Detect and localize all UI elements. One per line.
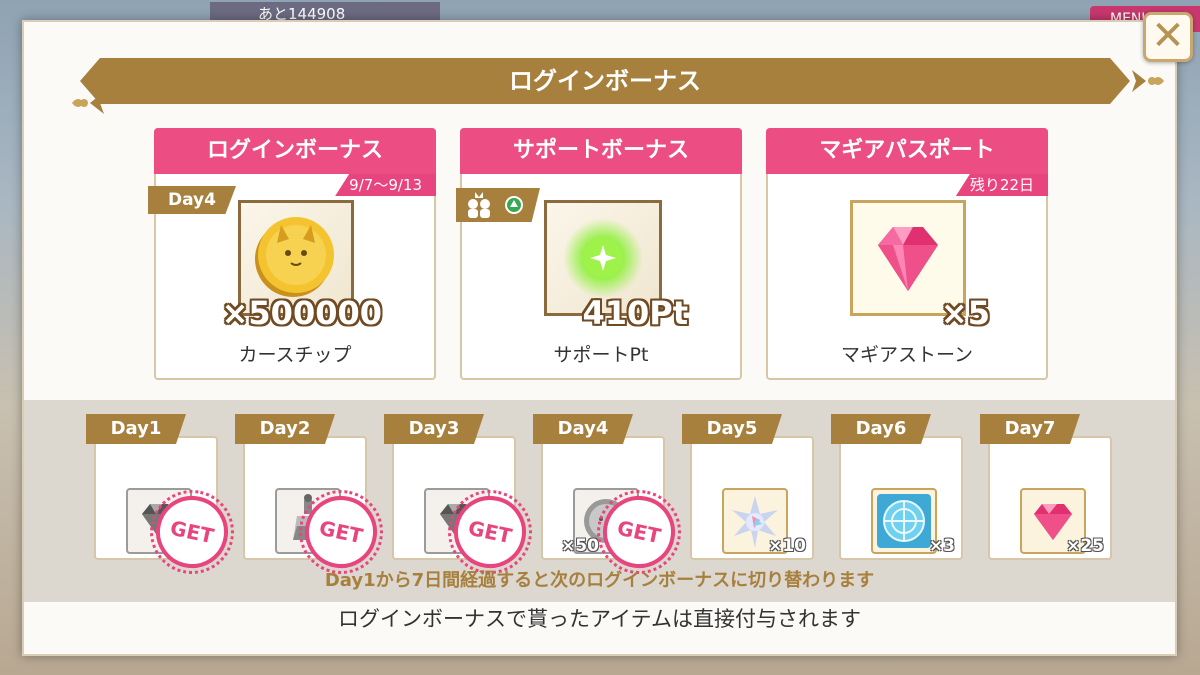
day-card-body: ×3	[839, 436, 963, 560]
day-item-quantity: ×3	[928, 536, 955, 556]
day-card-4: ×50 Day4 GET	[533, 414, 682, 575]
rotation-notice: Day1から7日間経過すると次のログインボーナスに切り替わります	[324, 570, 875, 591]
friends-icon	[468, 192, 490, 218]
day-item-quantity: ×10	[768, 536, 806, 556]
day-card-2: Day2 GET	[235, 414, 384, 575]
day-card-5: ×10 Day5	[682, 414, 814, 560]
day-label: Day6	[831, 414, 931, 444]
dialog-title: ログインボーナス	[80, 58, 1130, 104]
day-card-6: ×3 Day6	[831, 414, 963, 560]
login-bonus-card: ログインボーナス 9/7〜9/13 Day4 ×500000 カースチップ	[148, 128, 436, 380]
day-card-1: Day1 GET	[86, 414, 235, 575]
day-card-body: ×25	[988, 436, 1112, 560]
day-label: Day7	[980, 414, 1080, 444]
day-item-quantity: ×50	[561, 536, 599, 556]
close-button[interactable]: ✕	[1143, 12, 1193, 62]
day-label: Day4	[533, 414, 633, 444]
login-bonus-dialog: ログインボーナス ログインボーナス 9/7〜9/13 Day4 ×500000 …	[22, 20, 1177, 656]
day-item-frame	[871, 488, 937, 554]
blue-disc-icon	[877, 494, 931, 548]
remaining-days-tag: 残り22日	[955, 174, 1048, 196]
day-label: Day2	[235, 414, 335, 444]
day-card-3: Day3 GET	[384, 414, 533, 575]
card-header: ログインボーナス	[154, 128, 436, 174]
up-arrow-icon	[505, 196, 523, 214]
day-card-body: ×10	[690, 436, 814, 560]
item-quantity: ×500000	[221, 294, 382, 332]
day-label: Day5	[682, 414, 782, 444]
item-name: マギアストーン	[840, 344, 974, 366]
item-quantity: ×5	[940, 294, 990, 332]
day-item-quantity: ×25	[1066, 536, 1104, 556]
item-name: サポートPt	[553, 344, 649, 366]
day-card-7: ×25 Day7	[980, 414, 1112, 560]
day-label: Day3	[384, 414, 484, 444]
support-badge	[456, 188, 540, 222]
magia-passport-card: マギアパスポート 残り22日 ×5 マギアストーン	[766, 128, 1048, 380]
card-header: サポートボーナス	[460, 128, 742, 174]
day-label: Day1	[86, 414, 186, 444]
item-quantity: 410Pt	[582, 294, 688, 332]
date-range-tag: 9/7〜9/13	[335, 174, 436, 196]
right-ornament-icon	[1132, 70, 1164, 92]
current-day-tag: Day4	[148, 186, 236, 214]
card-header: マギアパスポート	[766, 128, 1048, 174]
item-name: カースチップ	[238, 344, 352, 366]
footer-note: ログインボーナスで貰ったアイテムは直接付与されます	[24, 602, 1175, 636]
support-bonus-card: サポートボーナス 410Pt サポートPt	[456, 128, 742, 380]
